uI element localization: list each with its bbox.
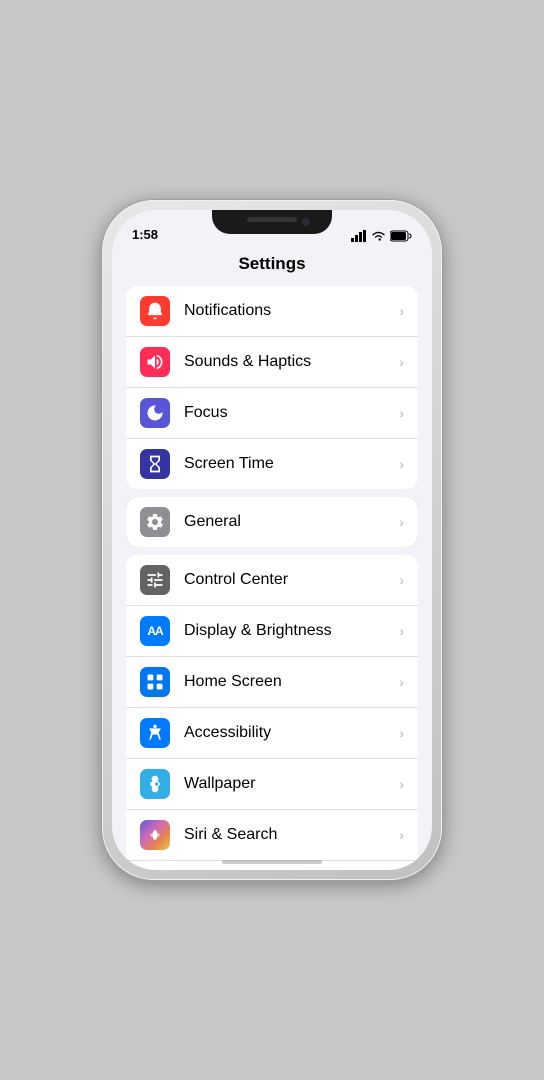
homescreen-label: Home Screen xyxy=(184,673,395,691)
speaker-icon xyxy=(145,352,165,372)
sidebar-item-general[interactable]: General › xyxy=(126,497,418,547)
signal-icon xyxy=(351,230,367,242)
notch xyxy=(212,210,332,234)
accessibility-icon xyxy=(145,723,165,743)
siri-label: Siri & Search xyxy=(184,826,395,844)
sidebar-item-screentime[interactable]: Screen Time › xyxy=(126,439,418,489)
grid-icon xyxy=(145,672,165,692)
sidebar-item-sounds[interactable]: Sounds & Haptics › xyxy=(126,337,418,388)
screentime-icon-wrap xyxy=(140,449,170,479)
general-chevron: › xyxy=(399,514,404,530)
hourglass-icon xyxy=(145,454,165,474)
status-icons xyxy=(351,230,412,242)
controlcenter-icon-wrap xyxy=(140,565,170,595)
display-chevron: › xyxy=(399,623,404,639)
phone-screen: 1:58 xyxy=(112,210,432,870)
battery-icon xyxy=(390,230,412,242)
notifications-chevron: › xyxy=(399,303,404,319)
controlcenter-label: Control Center xyxy=(184,571,395,589)
settings-group-1: Notifications › Sounds & Haptics › xyxy=(126,286,418,489)
homescreen-chevron: › xyxy=(399,674,404,690)
sidebar-item-homescreen[interactable]: Home Screen › xyxy=(126,657,418,708)
sidebar-item-wallpaper[interactable]: Wallpaper › xyxy=(126,759,418,810)
general-icon-wrap xyxy=(140,507,170,537)
sounds-chevron: › xyxy=(399,354,404,370)
siri-icon-wrap xyxy=(140,820,170,850)
siri-chevron: › xyxy=(399,827,404,843)
phone-frame: 1:58 xyxy=(102,200,442,880)
status-time: 1:58 xyxy=(132,227,158,242)
home-indicator xyxy=(222,860,322,864)
sidebar-item-siri[interactable]: Siri & Search › xyxy=(126,810,418,861)
settings-group-3: Control Center › AA Display & Brightness… xyxy=(126,555,418,870)
sidebar-item-accessibility[interactable]: Accessibility › xyxy=(126,708,418,759)
page-title: Settings xyxy=(112,246,432,286)
accessibility-chevron: › xyxy=(399,725,404,741)
sounds-label: Sounds & Haptics xyxy=(184,353,395,371)
controlcenter-chevron: › xyxy=(399,572,404,588)
siri-icon xyxy=(145,825,165,845)
sidebar-item-display[interactable]: AA Display & Brightness › xyxy=(126,606,418,657)
notifications-icon-wrap xyxy=(140,296,170,326)
sidebar-item-notifications[interactable]: Notifications › xyxy=(126,286,418,337)
flower-icon xyxy=(145,774,165,794)
screen-content[interactable]: Settings Notifications › xyxy=(112,246,432,870)
aa-icon: AA xyxy=(147,624,162,638)
sliders-icon xyxy=(145,570,165,590)
wallpaper-label: Wallpaper xyxy=(184,775,395,793)
focus-chevron: › xyxy=(399,405,404,421)
general-label: General xyxy=(184,513,395,531)
display-label: Display & Brightness xyxy=(184,622,395,640)
sidebar-item-controlcenter[interactable]: Control Center › xyxy=(126,555,418,606)
focus-icon-wrap xyxy=(140,398,170,428)
focus-label: Focus xyxy=(184,404,395,422)
sidebar-item-focus[interactable]: Focus › xyxy=(126,388,418,439)
sounds-icon-wrap xyxy=(140,347,170,377)
moon-icon xyxy=(145,403,165,423)
gear-icon xyxy=(145,512,165,532)
wallpaper-chevron: › xyxy=(399,776,404,792)
notifications-label: Notifications xyxy=(184,302,395,320)
wifi-icon xyxy=(371,230,386,242)
settings-group-general-highlighted: General › xyxy=(126,497,418,547)
bell-icon xyxy=(145,301,165,321)
display-icon-wrap: AA xyxy=(140,616,170,646)
speaker xyxy=(247,217,297,222)
accessibility-icon-wrap xyxy=(140,718,170,748)
accessibility-label: Accessibility xyxy=(184,724,395,742)
wallpaper-icon-wrap xyxy=(140,769,170,799)
screentime-chevron: › xyxy=(399,456,404,472)
screentime-label: Screen Time xyxy=(184,455,395,473)
homescreen-icon-wrap xyxy=(140,667,170,697)
front-camera xyxy=(302,218,310,226)
